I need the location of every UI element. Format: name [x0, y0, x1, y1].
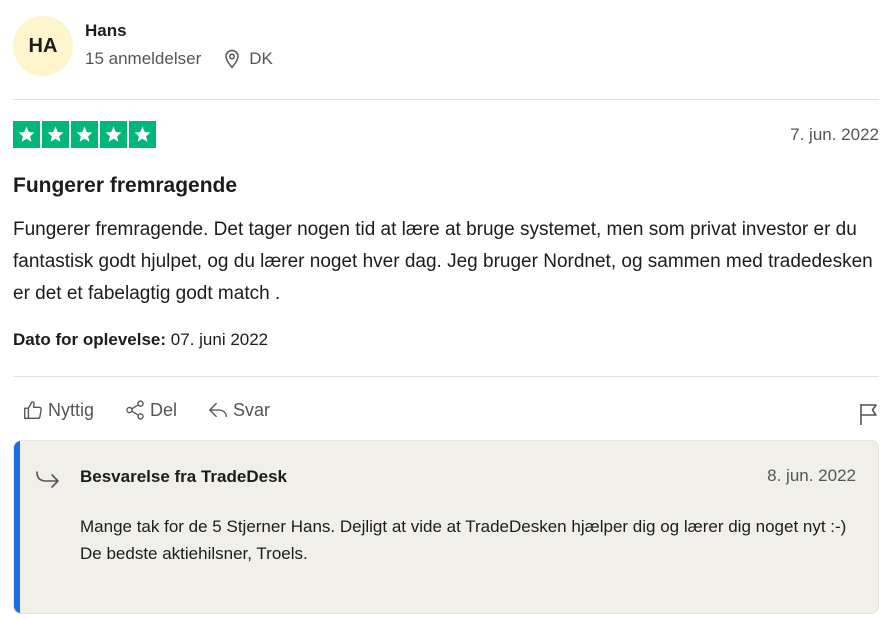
company-reply: Besvarelse fra TradeDesk 8. jun. 2022 Ma…	[13, 440, 879, 614]
reply-date: 8. jun. 2022	[767, 466, 856, 485]
star-icon	[13, 121, 40, 148]
review-actions: Nyttig Del Svar	[22, 399, 300, 421]
reply-arrow-icon	[209, 402, 227, 418]
avatar[interactable]: HA	[13, 16, 73, 76]
reply-arrow-icon	[36, 471, 59, 488]
reviewer-country: DK	[249, 49, 273, 68]
reply-body: Mange tak for de 5 Stjerner Hans. Dejlig…	[80, 513, 860, 567]
experience-date: Dato for oplevelse: 07. juni 2022	[13, 330, 268, 350]
reviewer-name[interactable]: Hans	[85, 21, 127, 41]
thumbs-up-icon	[24, 401, 42, 419]
divider	[13, 99, 879, 100]
reply-button[interactable]: Svar	[207, 399, 270, 421]
review-count: 15 anmeldelser	[85, 49, 202, 68]
useful-label: Nyttig	[48, 399, 95, 420]
reply-label: Svar	[233, 399, 271, 420]
share-label: Del	[150, 399, 178, 420]
star-rating	[13, 121, 158, 148]
experience-date-label: Dato for oplevelse:	[13, 330, 167, 349]
reviewer-meta: 15 anmeldelser DK	[85, 49, 273, 69]
star-icon	[71, 121, 98, 148]
reply-signoff: De bedste aktiehilsner, Troels.	[80, 544, 308, 563]
star-icon	[100, 121, 127, 148]
reply-text-line: Mange tak for de 5 Stjerner Hans. Dejlig…	[80, 517, 847, 536]
location-pin-icon	[225, 49, 240, 69]
review-body: Fungerer fremragende. Det tager nogen ti…	[13, 219, 873, 304]
experience-date-value: 07. juni 2022	[170, 330, 269, 349]
review-date: 7. jun. 2022	[790, 125, 879, 144]
review-card: HA Hans 15 anmeldelser DK 7. jun. 2022 F…	[0, 0, 894, 619]
reply-author: Besvarelse fra TradeDesk	[80, 467, 287, 486]
flag-icon[interactable]	[858, 402, 880, 426]
review-title: Fungerer fremragende	[13, 174, 238, 197]
avatar-initials: HA	[28, 34, 58, 57]
star-icon	[42, 121, 69, 148]
share-button[interactable]: Del	[124, 399, 177, 421]
useful-button[interactable]: Nyttig	[22, 399, 94, 421]
star-icon	[129, 121, 156, 148]
reply-accent-bar	[14, 441, 20, 613]
divider	[13, 376, 879, 377]
share-icon	[126, 400, 144, 420]
